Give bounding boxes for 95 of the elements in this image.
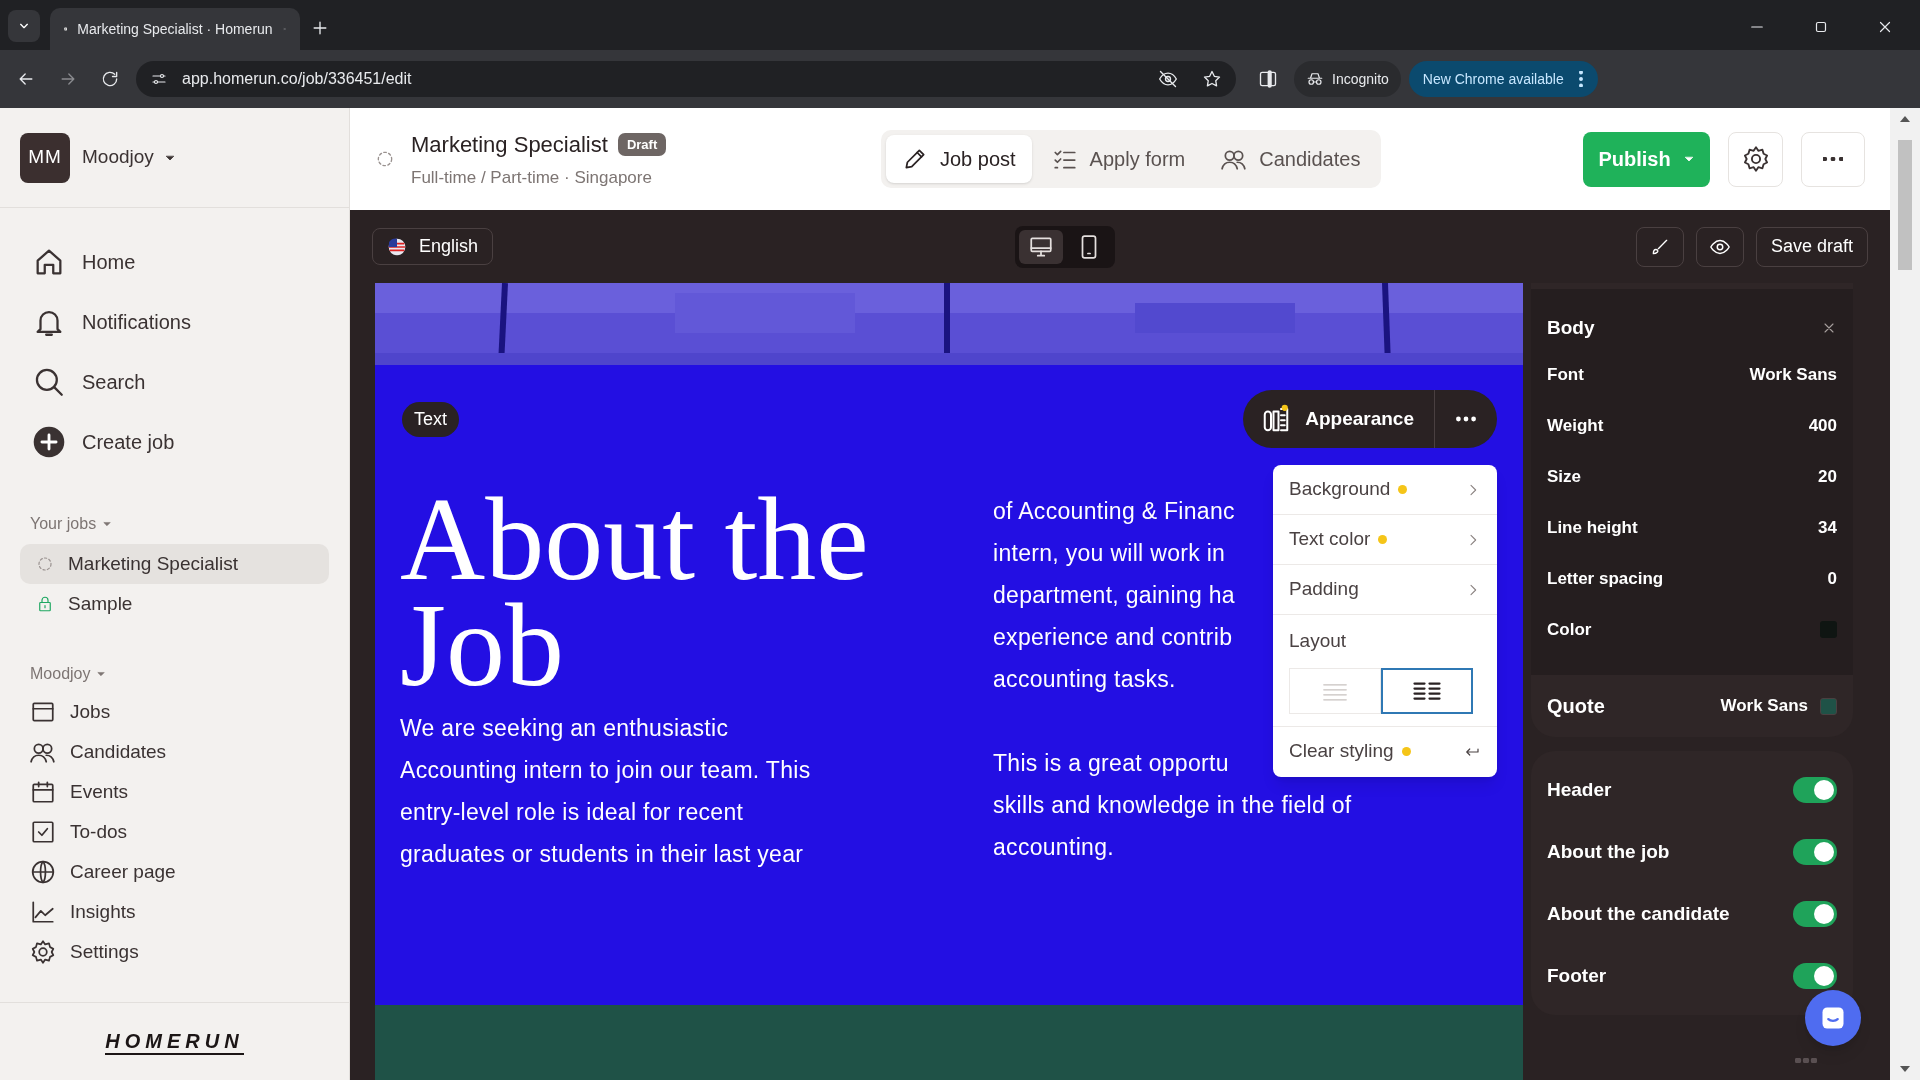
more-icon bbox=[1795, 1058, 1817, 1063]
reload-icon[interactable] bbox=[100, 69, 120, 89]
url-text: app.homerun.co/job/336451/edit bbox=[182, 69, 413, 89]
section-label: About the job bbox=[1547, 839, 1671, 864]
status-badge: Draft bbox=[617, 132, 667, 156]
layout-option[interactable] bbox=[1381, 667, 1473, 714]
menu-item[interactable]: Padding bbox=[1273, 565, 1497, 615]
device-toggle[interactable] bbox=[1018, 229, 1063, 264]
nav-item[interactable]: To-dos bbox=[30, 812, 319, 852]
draft-status-icon bbox=[36, 555, 54, 573]
more-icon bbox=[1823, 157, 1843, 161]
toggle-switch[interactable] bbox=[1793, 777, 1837, 803]
menu-label: Layout bbox=[1289, 629, 1348, 653]
body-text-line: experience and contrib bbox=[993, 623, 1233, 652]
job-subtitle: Full-time / Part-time · Singapore bbox=[411, 166, 653, 189]
job-item[interactable]: Sample bbox=[20, 584, 329, 624]
block-label: Text bbox=[402, 402, 459, 437]
checkbox-icon bbox=[30, 819, 56, 845]
workspace-switcher[interactable]: Moodjoy bbox=[82, 143, 176, 172]
job-item[interactable]: Marketing Specialist bbox=[20, 544, 329, 584]
menu-item[interactable]: Clear styling bbox=[1273, 726, 1497, 777]
workspace-avatar: MM bbox=[20, 132, 70, 183]
homerun-logo: HOMERUN bbox=[105, 1028, 244, 1055]
settings-button[interactable] bbox=[1728, 131, 1783, 187]
browser-tab[interactable]: Marketing Specialist · Homerun bbox=[50, 8, 300, 50]
chat-button[interactable] bbox=[1805, 990, 1861, 1046]
style-row[interactable]: Weight 400 bbox=[1547, 400, 1837, 451]
lock-icon bbox=[36, 595, 54, 613]
color-swatch[interactable] bbox=[1820, 697, 1837, 715]
draft-status-icon bbox=[375, 149, 395, 169]
globe-icon bbox=[30, 859, 56, 885]
incognito-label: Incognito bbox=[1332, 69, 1389, 89]
panel-title: Body bbox=[1547, 315, 1595, 340]
side-panel-icon[interactable] bbox=[1258, 69, 1278, 89]
nav-item[interactable]: Candidates bbox=[30, 732, 319, 772]
nav-item[interactable]: Events bbox=[30, 772, 319, 812]
scrollbar[interactable] bbox=[1890, 108, 1920, 1080]
plus-icon bbox=[32, 425, 66, 459]
more-icon bbox=[1578, 71, 1583, 87]
job-title: Marketing Specialist bbox=[411, 130, 608, 159]
flag-icon bbox=[387, 236, 407, 257]
nav-item[interactable]: Create job bbox=[32, 412, 317, 472]
incognito-chip[interactable]: Incognito bbox=[1294, 61, 1401, 97]
nav-item[interactable]: Settings bbox=[30, 932, 319, 972]
caret-icon bbox=[96, 669, 107, 679]
section-label: Footer bbox=[1547, 963, 1608, 988]
nav-item[interactable]: Career page bbox=[30, 852, 319, 892]
tab[interactable]: Candidates bbox=[1205, 135, 1377, 183]
star-icon[interactable] bbox=[1202, 69, 1222, 89]
body-text-line: accounting tasks. bbox=[993, 665, 1176, 694]
style-row[interactable]: Line height 34 bbox=[1547, 502, 1837, 553]
nav-item[interactable]: Notifications bbox=[32, 292, 317, 352]
style-row[interactable]: Size 20 bbox=[1547, 451, 1837, 502]
toggle-switch[interactable] bbox=[1793, 901, 1837, 927]
section-label: Header bbox=[1547, 777, 1613, 802]
section-toggle[interactable]: Your jobs bbox=[0, 512, 349, 536]
body-text-line: accounting. bbox=[993, 833, 1114, 862]
tab-title: Marketing Specialist · Homerun bbox=[77, 19, 273, 39]
eye-off-icon[interactable] bbox=[1158, 69, 1178, 89]
update-button[interactable]: New Chrome available bbox=[1408, 61, 1598, 97]
toggle-switch[interactable] bbox=[1793, 839, 1837, 865]
style-row[interactable]: Font Work Sans bbox=[1547, 349, 1837, 400]
tab[interactable]: Apply form bbox=[1035, 135, 1202, 183]
style-row[interactable]: Letter spacing 0 bbox=[1547, 553, 1837, 604]
section-toggle[interactable]: Moodjoy bbox=[0, 662, 349, 686]
preview-button[interactable] bbox=[1695, 226, 1744, 267]
body-paragraph: We are seeking an enthusiastic Accounting intern to join our team. This entry-level role is ideal for recent graduates or students in their last year bbox=[400, 714, 812, 869]
save-draft-button[interactable]: Save draft bbox=[1755, 226, 1868, 267]
calendar-icon bbox=[30, 779, 56, 805]
caret-icon bbox=[102, 519, 113, 529]
menu-item[interactable]: Background bbox=[1273, 465, 1497, 515]
chart-icon bbox=[30, 899, 56, 925]
nav-item[interactable]: Jobs bbox=[30, 692, 319, 732]
menu-item[interactable]: Text color bbox=[1273, 515, 1497, 565]
section-heading: About the Job bbox=[400, 487, 870, 699]
quote-row[interactable]: Quote Work Sans bbox=[1531, 675, 1853, 737]
toggle-switch[interactable] bbox=[1793, 963, 1837, 989]
settings-icon bbox=[30, 939, 56, 965]
body-text-line: This is a great opportu bbox=[993, 749, 1229, 778]
style-row[interactable]: Color bbox=[1547, 604, 1837, 655]
body-text-line: department, gaining ha bbox=[993, 581, 1235, 610]
body-text-line: skills and knowledge in the field of bbox=[993, 791, 1352, 820]
style-button[interactable] bbox=[1635, 226, 1684, 267]
address-bar[interactable]: app.homerun.co/job/336451/edit bbox=[136, 61, 1236, 97]
settings-icon bbox=[1741, 145, 1770, 173]
language-button[interactable]: English bbox=[372, 228, 494, 265]
body-text-line: of Accounting & Financ bbox=[993, 497, 1235, 526]
window-icon bbox=[30, 699, 56, 725]
tab[interactable]: Job post bbox=[886, 135, 1032, 183]
body-text-line: intern, you will work in bbox=[993, 539, 1226, 568]
section-label: About the candidate bbox=[1547, 901, 1731, 926]
nav-item[interactable]: Insights bbox=[30, 892, 319, 932]
incognito-icon bbox=[1306, 70, 1324, 88]
nav-item[interactable]: Search bbox=[32, 352, 317, 412]
nav-item[interactable]: Home bbox=[32, 232, 317, 292]
